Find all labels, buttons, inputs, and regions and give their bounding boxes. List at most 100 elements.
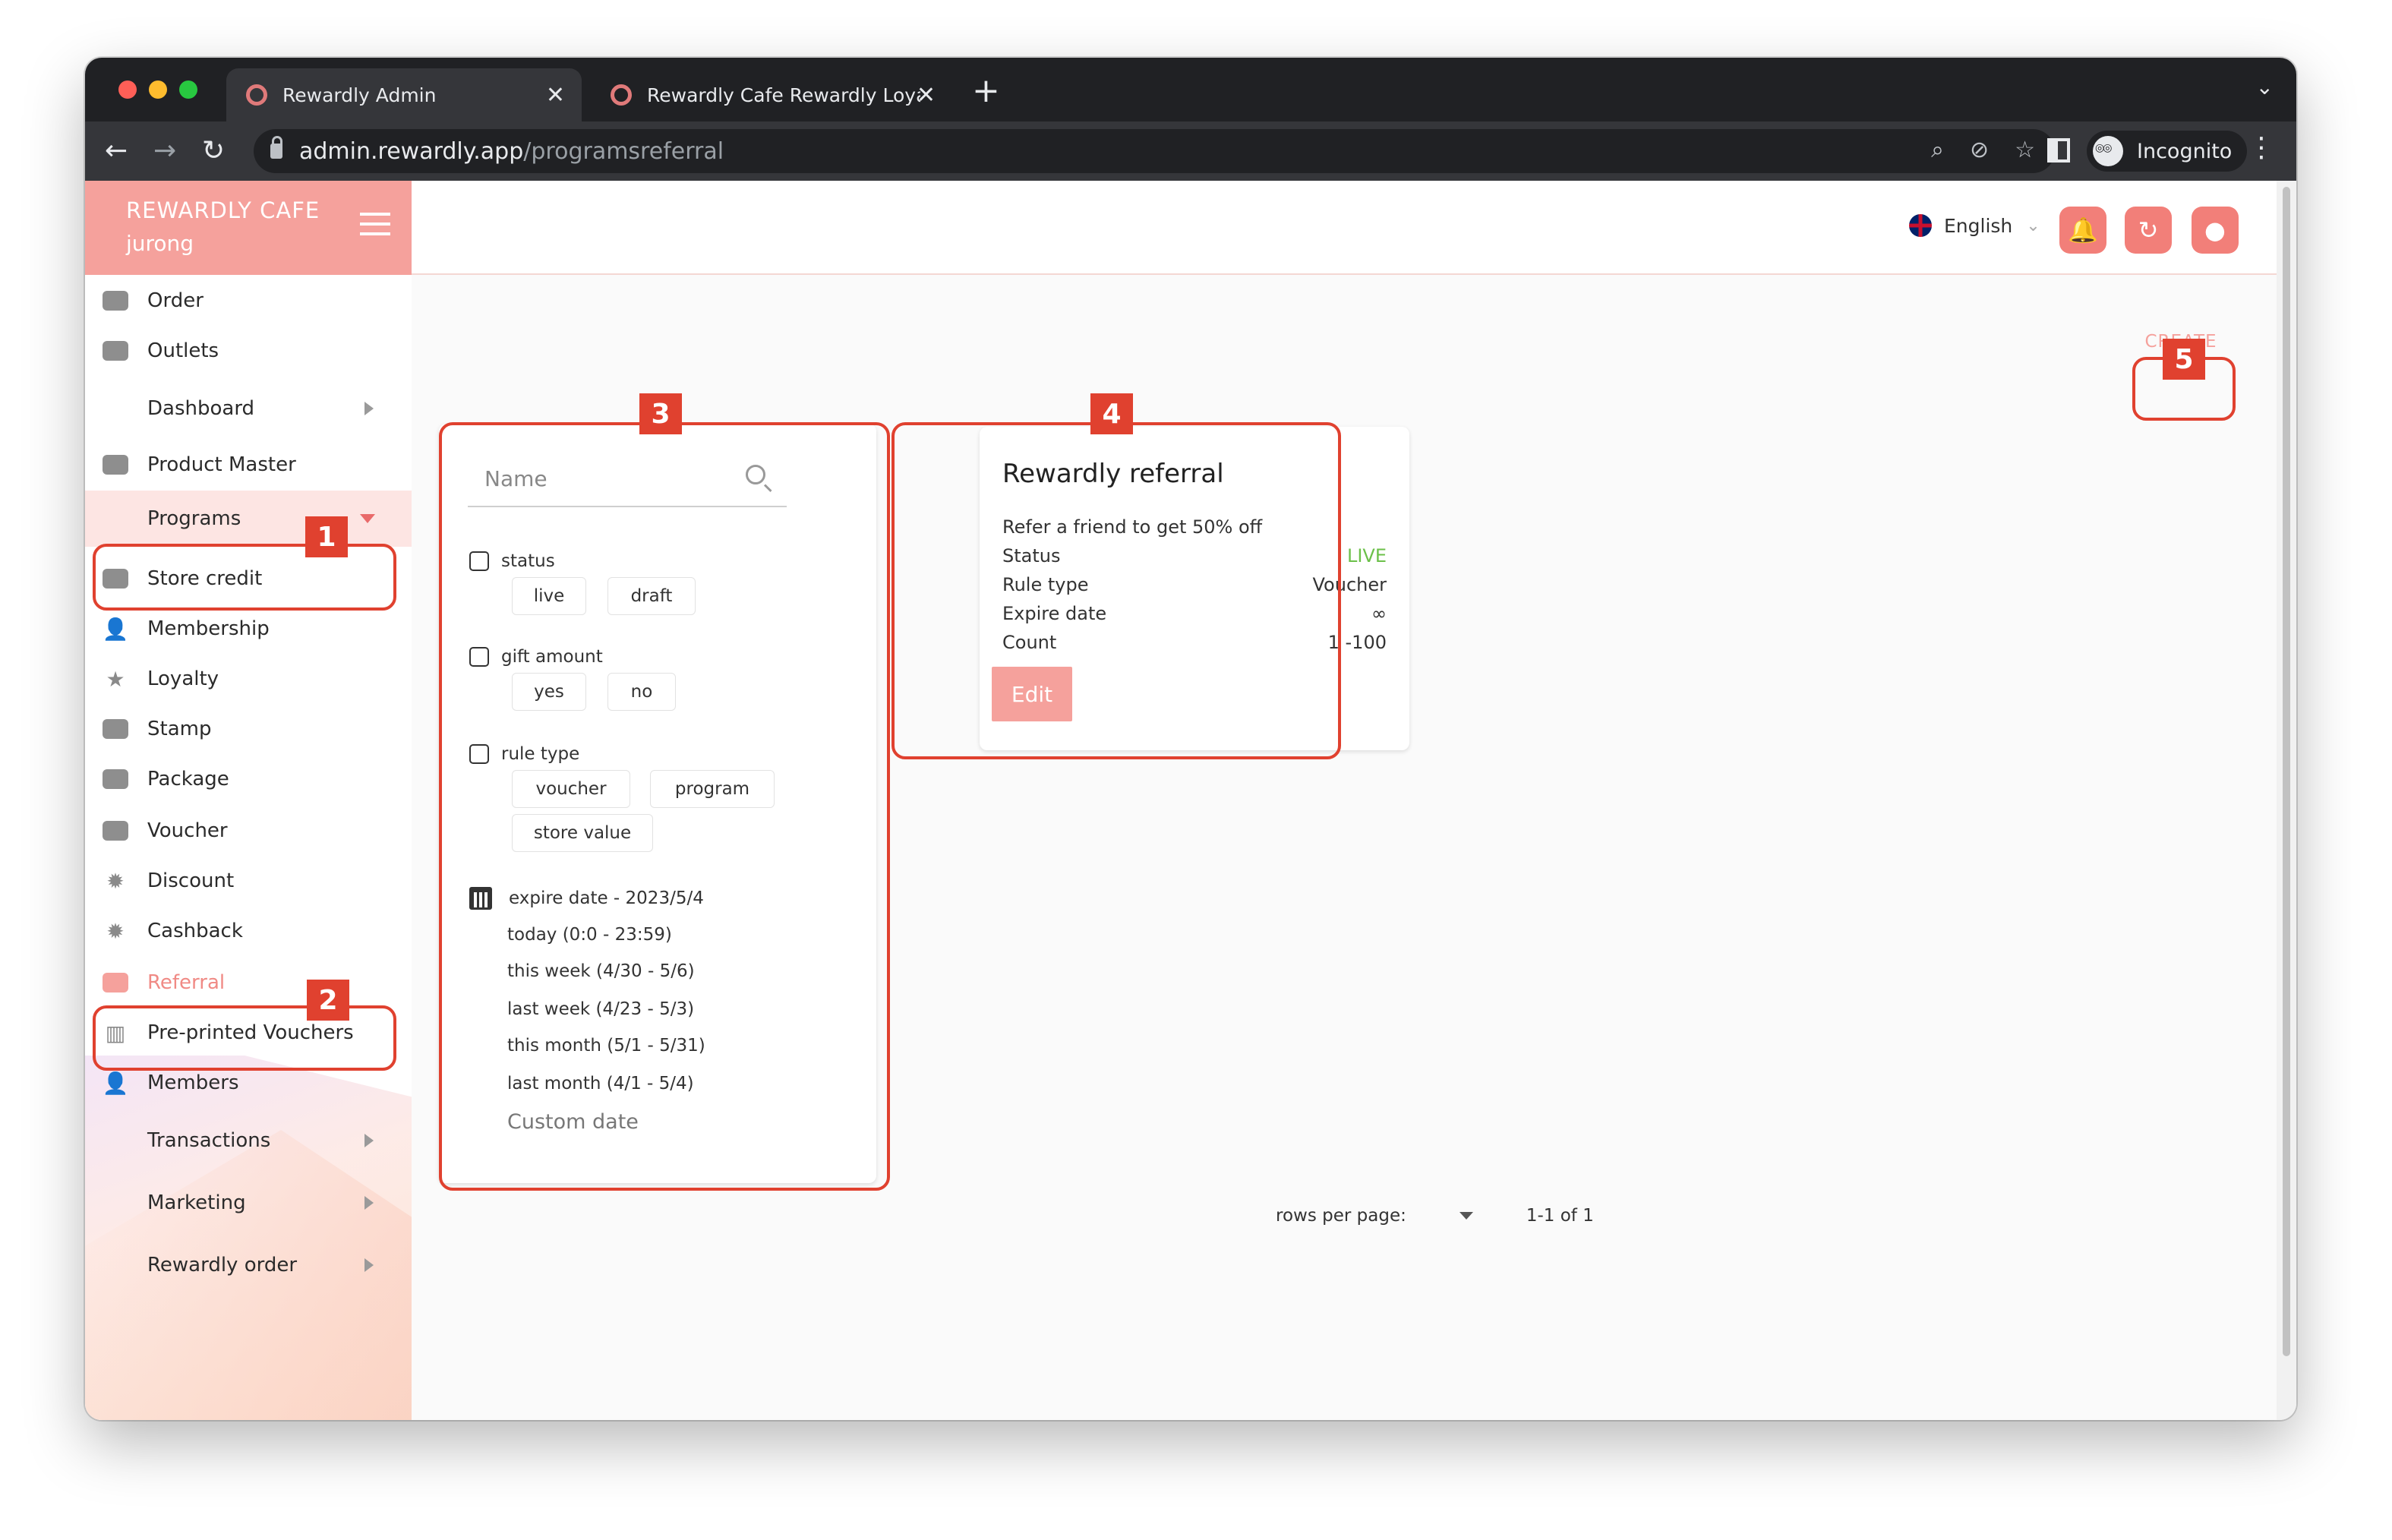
- sidebar-item-cashback[interactable]: ✹ Cashback: [85, 908, 412, 954]
- browser-toolbar: ← → ↻ admin.rewardly.app/programsreferra…: [85, 121, 2296, 181]
- sidebar-item-order[interactable]: Order: [85, 278, 412, 323]
- rewardly-favicon-icon: [246, 84, 267, 106]
- annotation-number-4: 4: [1090, 393, 1133, 434]
- sidebar-item-label: Package: [147, 768, 229, 791]
- url-domain: admin.rewardly.app: [299, 137, 524, 165]
- brand-header: REWARDLY CAFE jurong: [85, 181, 412, 275]
- lock-icon: [270, 136, 282, 159]
- language-label: English: [1944, 214, 2013, 237]
- close-tab-icon[interactable]: ✕: [546, 82, 565, 109]
- sidebar-item-label: Members: [147, 1071, 239, 1094]
- annotation-box-3: [439, 422, 890, 1191]
- user-icon: ●: [2204, 216, 2226, 245]
- uk-flag-icon: [1909, 214, 1932, 237]
- caret-right-icon: [364, 1258, 374, 1272]
- outlets-icon: [102, 339, 129, 362]
- order-icon: [102, 289, 129, 312]
- browser-window: Rewardly Admin ✕ Rewardly Cafe Rewardly …: [85, 58, 2296, 1420]
- caret-right-icon: [364, 402, 374, 415]
- sidebar-item-dashboard[interactable]: Dashboard: [85, 386, 412, 431]
- chevron-down-icon: ⌄: [2026, 216, 2040, 235]
- stamp-icon: [102, 718, 129, 740]
- sidebar-item-stamp[interactable]: Stamp: [85, 706, 412, 752]
- caret-down-icon: [360, 514, 375, 523]
- close-tab-icon[interactable]: ✕: [917, 82, 936, 109]
- eye-off-icon[interactable]: ⊘: [1970, 137, 1989, 163]
- sidebar-item-label: Programs: [147, 507, 241, 530]
- sidebar-item-label: Voucher: [147, 819, 228, 842]
- bell-icon: 🔔: [2068, 216, 2098, 245]
- tab-rewardly-cafe[interactable]: Rewardly Cafe Rewardly Loyalt ✕: [591, 68, 952, 121]
- sidebar-item-loyalty[interactable]: ★ Loyalty: [85, 656, 412, 702]
- refresh-button[interactable]: ↻: [2125, 207, 2172, 254]
- rewardly-favicon-icon: [611, 84, 632, 106]
- notification-button[interactable]: 🔔: [2059, 207, 2106, 254]
- language-selector[interactable]: English ⌄: [1909, 214, 2040, 237]
- scrollbar-thumb[interactable]: [2283, 187, 2290, 1356]
- sidebar-item-label: Stamp: [147, 718, 212, 740]
- caret-right-icon: [364, 1196, 374, 1210]
- back-arrow-icon[interactable]: ←: [105, 131, 128, 172]
- voucher-icon: [102, 819, 129, 842]
- incognito-badge[interactable]: Incognito: [2087, 131, 2248, 172]
- sidebar-item-label: Cashback: [147, 920, 243, 942]
- annotation-number-3: 3: [639, 393, 682, 434]
- sidebar-item-label: Dashboard: [147, 397, 255, 420]
- annotation-number-5: 5: [2163, 339, 2205, 380]
- annotation-number-1: 1: [305, 516, 348, 557]
- sidebar-item-label: Membership: [147, 617, 270, 640]
- sidebar-item-product-master[interactable]: Product Master: [85, 442, 412, 488]
- sidebar-item-referral[interactable]: Referral: [85, 960, 412, 1005]
- package-icon: [102, 768, 129, 791]
- sidebar-item-package[interactable]: Package: [85, 756, 412, 802]
- app-content: REWARDLY CAFE jurong Order Outlets Dashb…: [85, 181, 2296, 1420]
- annotation-box-1: [93, 544, 396, 611]
- minimize-window-button[interactable]: [149, 80, 167, 99]
- zoom-icon[interactable]: ⌕: [1931, 137, 1944, 163]
- tab-title: Rewardly Admin: [282, 84, 437, 106]
- app-header: English ⌄ 🔔 ↻ ●: [412, 181, 2296, 275]
- tab-rewardly-admin[interactable]: Rewardly Admin ✕: [226, 68, 582, 121]
- sidebar-item-label: Transactions: [147, 1129, 271, 1152]
- reload-icon[interactable]: ↻: [202, 131, 225, 172]
- sidebar-item-label: Loyalty: [147, 667, 219, 690]
- sidebar-item-discount[interactable]: ✹ Discount: [85, 858, 412, 904]
- tab-strip: Rewardly Admin ✕ Rewardly Cafe Rewardly …: [85, 58, 2296, 121]
- rows-per-page-dropdown-icon[interactable]: [1459, 1212, 1473, 1220]
- sidebar-item-outlets[interactable]: Outlets: [85, 328, 412, 374]
- maximize-window-button[interactable]: [179, 80, 197, 99]
- row-value: ∞: [1371, 603, 1387, 624]
- browser-menu-icon[interactable]: ⋮: [2248, 132, 2275, 163]
- forward-arrow-icon[interactable]: →: [153, 131, 176, 172]
- sidebar-item-voucher[interactable]: Voucher: [85, 808, 412, 854]
- bookmark-star-icon[interactable]: ☆: [2015, 137, 2035, 163]
- members-icon: 👤: [102, 1070, 129, 1096]
- side-panel-icon[interactable]: [2047, 138, 2070, 163]
- sidebar-item-programs[interactable]: Programs: [85, 491, 412, 547]
- sidebar-item-label: Order: [147, 289, 204, 312]
- annotation-box-4: [891, 422, 1341, 759]
- profile-button[interactable]: ●: [2192, 207, 2239, 254]
- sidebar-item-marketing[interactable]: Marketing: [85, 1180, 412, 1226]
- new-tab-button[interactable]: +: [972, 74, 1000, 108]
- url-path: /programsreferral: [523, 137, 724, 165]
- rows-per-page-label: rows per page:: [1276, 1206, 1406, 1226]
- sidebar: REWARDLY CAFE jurong Order Outlets Dashb…: [85, 181, 412, 1420]
- pagination: rows per page: 1-1 of 1: [1276, 1206, 1594, 1226]
- close-window-button[interactable]: [118, 80, 137, 99]
- sidebar-item-transactions[interactable]: Transactions: [85, 1118, 412, 1163]
- incognito-label: Incognito: [2137, 139, 2233, 163]
- hamburger-menu-icon[interactable]: [360, 213, 390, 235]
- referral-icon: [102, 971, 129, 994]
- sidebar-item-label: Product Master: [147, 453, 296, 476]
- page-scrollbar[interactable]: [2277, 181, 2296, 1420]
- sidebar-item-label: Marketing: [147, 1191, 246, 1214]
- sidebar-item-label: Rewardly order: [147, 1254, 298, 1276]
- annotation-number-2: 2: [307, 980, 349, 1021]
- sidebar-item-label: Discount: [147, 869, 235, 892]
- tab-search-chevron-icon[interactable]: ⌄: [2256, 74, 2274, 99]
- sidebar-item-membership[interactable]: 👤 Membership: [85, 606, 412, 652]
- sidebar-item-rewardly-order[interactable]: Rewardly order: [85, 1242, 412, 1288]
- tab-title: Rewardly Cafe Rewardly Loyalt: [647, 84, 920, 106]
- address-bar[interactable]: admin.rewardly.app/programsreferral ⌕ ⊘ …: [254, 129, 2055, 173]
